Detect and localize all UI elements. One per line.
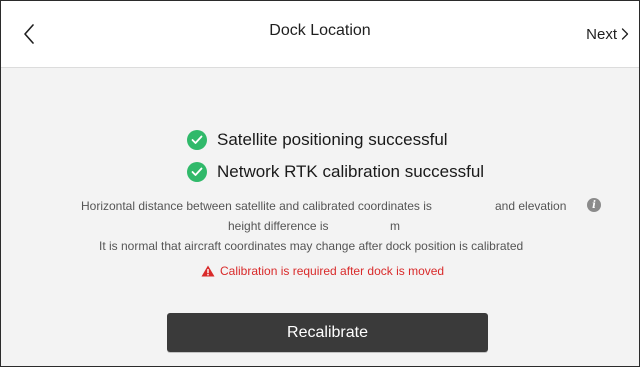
height-difference-text: height difference is <box>228 219 329 233</box>
satellite-status: Satellite positioning successful <box>187 130 448 150</box>
dock-location-screen: Dock Location Next Satellite positioning… <box>0 0 640 367</box>
warning-triangle-icon <box>201 265 215 277</box>
check-circle-icon <box>187 162 207 182</box>
next-label: Next <box>586 25 617 43</box>
chevron-left-icon <box>24 24 34 44</box>
rtk-status-label: Network RTK calibration successful <box>217 162 485 181</box>
satellite-status-label: Satellite positioning successful <box>217 130 448 149</box>
content-area: Satellite positioning successful Network… <box>1 68 639 366</box>
coordinate-note: It is normal that aircraft coordinates m… <box>99 239 524 253</box>
recalibrate-button[interactable]: Recalibrate <box>167 313 488 352</box>
height-unit: m <box>390 219 400 233</box>
chevron-right-icon <box>621 28 629 40</box>
header-bar: Dock Location Next <box>1 1 639 68</box>
elevation-text: and elevation <box>495 199 567 213</box>
rtk-status: Network RTK calibration successful <box>187 162 484 182</box>
page-title: Dock Location <box>269 22 371 39</box>
warning-message: Calibration is required after dock is mo… <box>201 264 444 278</box>
warning-text: Calibration is required after dock is mo… <box>220 264 445 278</box>
distance-text: Horizontal distance between satellite an… <box>81 199 432 213</box>
info-icon[interactable]: i <box>587 198 601 212</box>
back-button[interactable] <box>15 19 43 49</box>
next-button[interactable]: Next <box>586 21 629 47</box>
check-circle-icon <box>187 130 207 150</box>
